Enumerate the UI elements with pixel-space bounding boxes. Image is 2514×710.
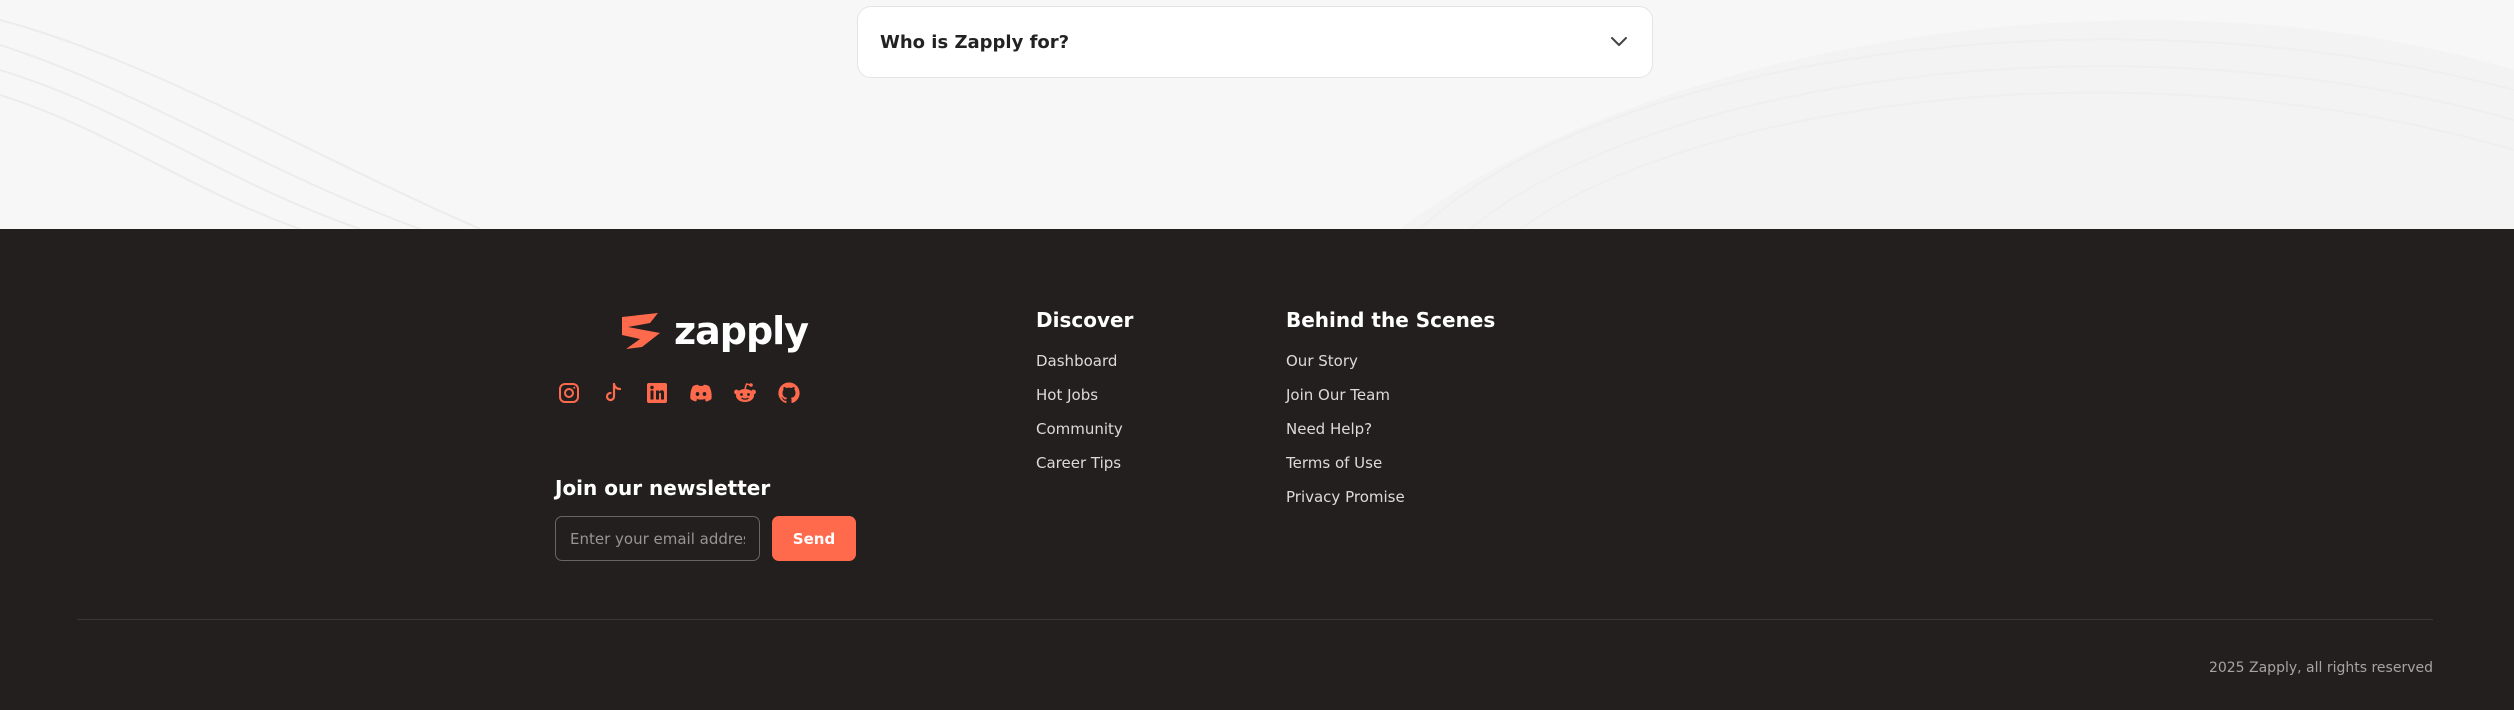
- chevron-down-icon[interactable]: [1610, 33, 1628, 51]
- tiktok-icon[interactable]: [599, 379, 627, 407]
- discord-icon[interactable]: [687, 379, 715, 407]
- footer-link-privacy-promise[interactable]: Privacy Promise: [1286, 489, 1495, 523]
- copyright-text: 2025 Zapply, all rights reserved: [2208, 660, 2433, 676]
- behind-the-scenes-title: Behind the Scenes: [1286, 308, 1496, 332]
- footer-divider: [77, 619, 2433, 620]
- footer-link-dashboard[interactable]: Dashboard: [1036, 353, 1133, 387]
- newsletter-send-button[interactable]: Send: [772, 516, 856, 561]
- social-links: [555, 379, 803, 407]
- behind-the-scenes-column: Behind the Scenes Our Story Join Our Tea…: [1286, 309, 1495, 523]
- footer-link-our-story[interactable]: Our Story: [1286, 353, 1495, 387]
- faq-question: Who is Zapply for?: [880, 31, 1070, 53]
- brand-logo[interactable]: zapply: [620, 309, 809, 353]
- brand-name: zapply: [674, 309, 809, 353]
- github-icon[interactable]: [775, 379, 803, 407]
- faq-item[interactable]: Who is Zapply for?: [857, 6, 1653, 78]
- footer-link-community[interactable]: Community: [1036, 421, 1133, 455]
- footer-link-terms-of-use[interactable]: Terms of Use: [1286, 455, 1495, 489]
- faq-section: Who is Zapply for?: [0, 0, 2514, 229]
- linkedin-icon[interactable]: [643, 379, 671, 407]
- reddit-icon[interactable]: [731, 379, 759, 407]
- discover-title: Discover: [1036, 308, 1134, 332]
- discover-column: Discover Dashboard Hot Jobs Community Ca…: [1036, 309, 1133, 489]
- footer-link-join-our-team[interactable]: Join Our Team: [1286, 387, 1495, 421]
- newsletter-title: Join our newsletter: [555, 476, 771, 500]
- instagram-icon[interactable]: [555, 379, 583, 407]
- site-footer: zapply Join our newsletter Send Discover…: [0, 229, 2514, 710]
- footer-link-hot-jobs[interactable]: Hot Jobs: [1036, 387, 1133, 421]
- newsletter-email-input[interactable]: [555, 516, 760, 561]
- footer-link-need-help[interactable]: Need Help?: [1286, 421, 1495, 455]
- footer-link-career-tips[interactable]: Career Tips: [1036, 455, 1133, 489]
- zapply-mark-icon: [622, 313, 660, 349]
